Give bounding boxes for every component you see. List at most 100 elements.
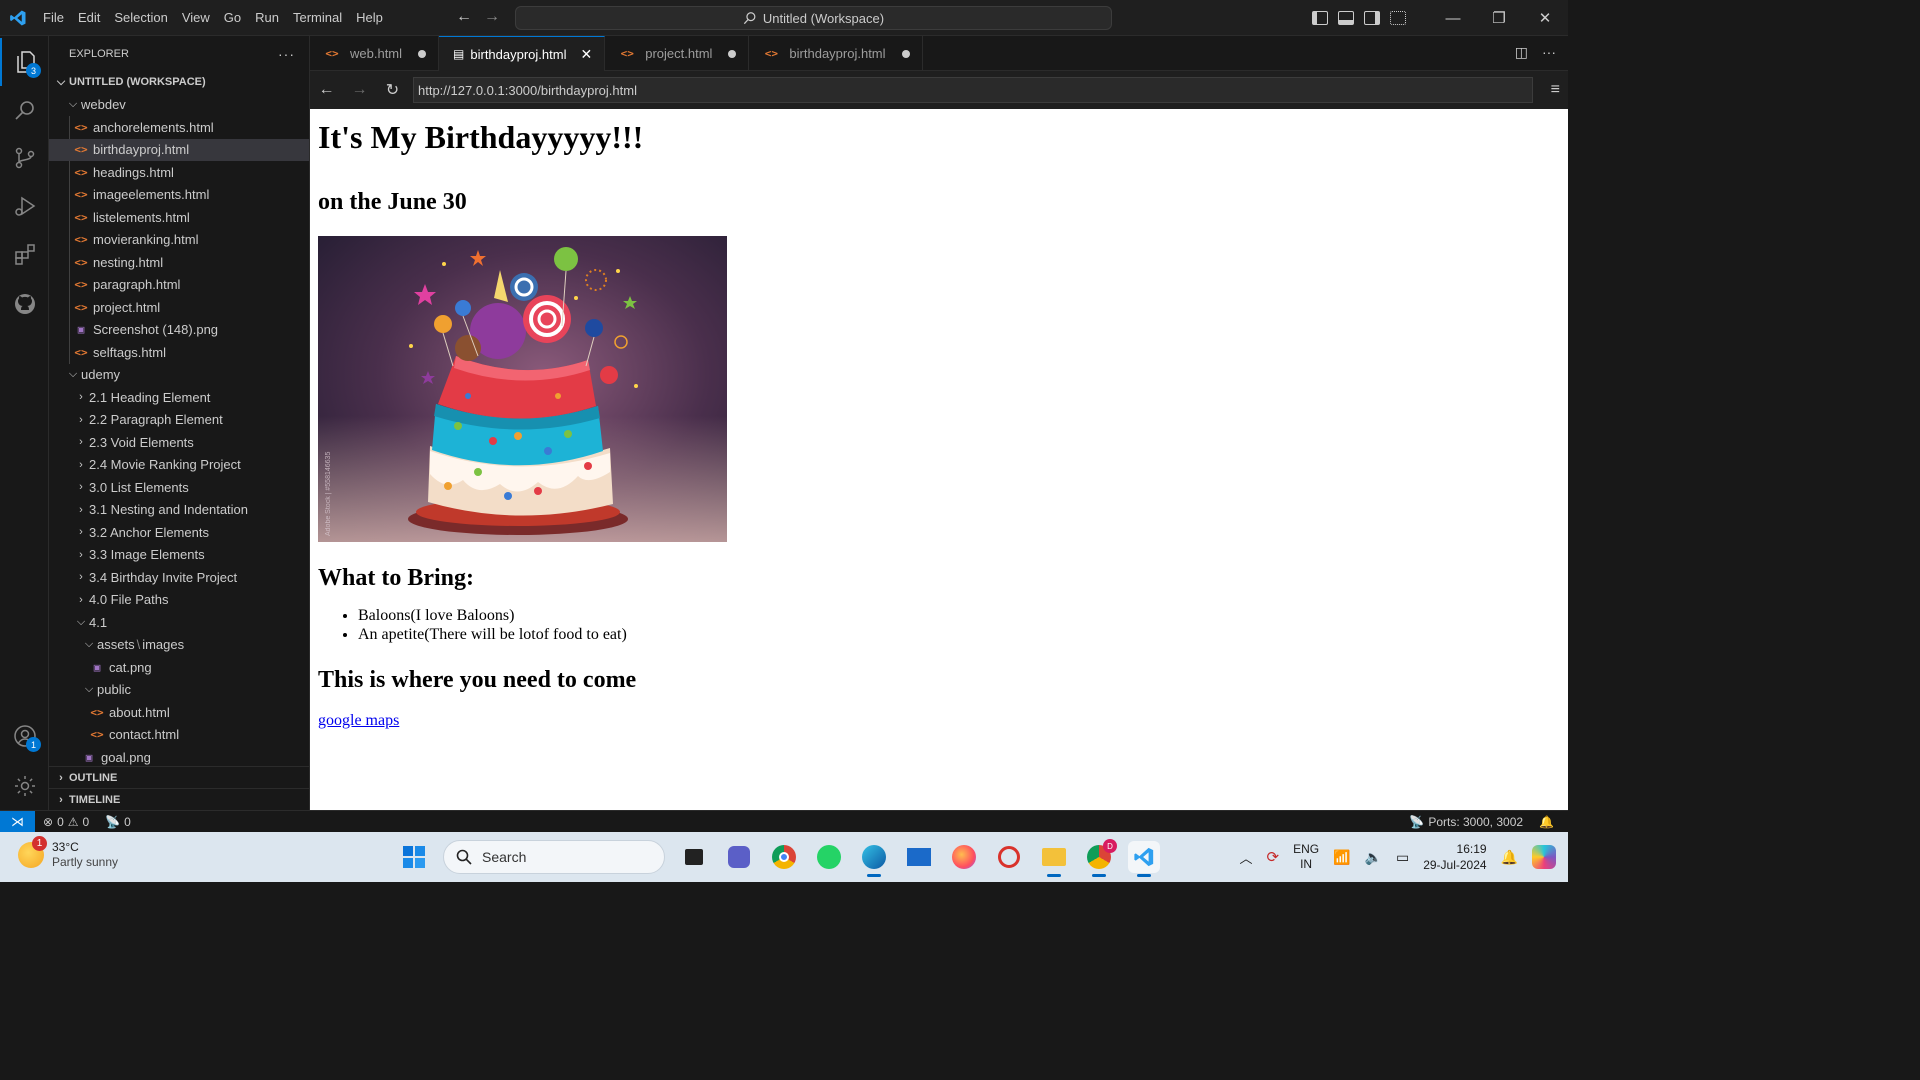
menu-run[interactable]: Run bbox=[248, 0, 286, 36]
problems-indicator[interactable]: ⊗ 0 ⚠ 0 bbox=[35, 815, 97, 829]
run-debug-icon[interactable] bbox=[0, 182, 49, 230]
url-input[interactable]: http://127.0.0.1:3000/birthdayproj.html bbox=[413, 77, 1533, 103]
reload-icon[interactable]: ↻ bbox=[376, 80, 409, 100]
tab-web-html[interactable]: <> web.html bbox=[310, 36, 440, 71]
command-center-search[interactable]: Untitled (Workspace) bbox=[515, 6, 1112, 30]
volume-icon[interactable]: 🔈 bbox=[1365, 849, 1382, 866]
split-editor-icon[interactable]: ◫ bbox=[1515, 44, 1528, 61]
windows-start-icon[interactable] bbox=[398, 841, 430, 873]
settings-gear-icon[interactable] bbox=[0, 762, 49, 810]
battery-icon[interactable]: ▭ bbox=[1396, 849, 1409, 866]
outline-section[interactable]: › OUTLINE bbox=[49, 766, 310, 788]
folder-webdev[interactable]: ⌵ webdev bbox=[49, 94, 309, 117]
file-row[interactable]: <> birthdayproj.html bbox=[49, 138, 309, 161]
ports-forwarded[interactable]: 📡 Ports: 3000, 3002 bbox=[1401, 815, 1531, 829]
browser-menu-icon[interactable]: ≡ bbox=[1551, 81, 1560, 99]
folder-udemy[interactable]: ⌵ udemy bbox=[49, 364, 309, 387]
unsaved-dot-icon[interactable] bbox=[901, 49, 910, 58]
app-red-circle-icon[interactable] bbox=[993, 841, 1025, 873]
notification-bell-icon[interactable]: 🔔 bbox=[1501, 849, 1518, 866]
arrow-right-icon[interactable]: → bbox=[484, 8, 500, 26]
folder-row[interactable]: › 3.2 Anchor Elements bbox=[49, 521, 309, 544]
mail-icon[interactable] bbox=[903, 841, 935, 873]
close-tab-icon[interactable]: ✕ bbox=[580, 46, 592, 63]
explorer-icon[interactable]: 3 bbox=[0, 38, 49, 86]
folder-assets-images[interactable]: ⌵ assets \ images bbox=[49, 634, 309, 657]
extensions-icon[interactable] bbox=[0, 230, 49, 278]
unsaved-dot-icon[interactable] bbox=[728, 49, 737, 58]
weather-widget[interactable]: 1 33°C Partly sunny bbox=[18, 836, 118, 870]
whatsapp-icon[interactable] bbox=[813, 841, 845, 873]
tab-birthdayproj-html[interactable]: <> birthdayproj.html bbox=[749, 36, 923, 71]
file-explorer-icon[interactable] bbox=[1038, 841, 1070, 877]
folder-row[interactable]: › 3.1 Nesting and Indentation bbox=[49, 499, 309, 522]
ports-indicator[interactable]: 📡 0 bbox=[97, 815, 139, 829]
region-label[interactable]: IN bbox=[1293, 857, 1319, 872]
folder-row[interactable]: › 2.2 Paragraph Element bbox=[49, 409, 309, 432]
task-view-icon[interactable] bbox=[678, 841, 710, 873]
toggle-primary-sidebar-icon[interactable] bbox=[1312, 11, 1328, 25]
chevron-up-icon[interactable]: ︿ bbox=[1239, 848, 1252, 867]
folder-row[interactable]: › 3.3 Image Elements bbox=[49, 544, 309, 567]
more-actions-icon[interactable]: ··· bbox=[1542, 44, 1556, 61]
remote-indicator-icon[interactable]: ⋊ bbox=[0, 810, 35, 833]
menu-go[interactable]: Go bbox=[217, 0, 248, 36]
chrome-icon[interactable] bbox=[768, 841, 800, 873]
notifications-bell-icon[interactable]: 🔔 bbox=[1531, 815, 1568, 829]
menu-edit[interactable]: Edit bbox=[71, 0, 107, 36]
more-actions-icon[interactable]: ··· bbox=[278, 46, 295, 62]
menu-selection[interactable]: Selection bbox=[107, 0, 174, 36]
firefox-icon[interactable] bbox=[948, 841, 980, 873]
close-icon[interactable]: ✕ bbox=[1522, 0, 1568, 36]
vscode-taskbar-icon[interactable] bbox=[1128, 841, 1160, 877]
language-label[interactable]: ENG bbox=[1293, 842, 1319, 857]
file-contact-html[interactable]: <> contact.html bbox=[49, 724, 309, 747]
teams-chat-icon[interactable] bbox=[723, 841, 755, 873]
chrome-profile-icon[interactable]: D bbox=[1083, 839, 1117, 877]
file-row[interactable]: <> project.html bbox=[49, 296, 309, 319]
restore-icon[interactable]: ❐ bbox=[1476, 0, 1522, 36]
menu-help[interactable]: Help bbox=[349, 0, 390, 36]
sync-icon[interactable]: ⟳ bbox=[1266, 848, 1279, 866]
menu-file[interactable]: File bbox=[36, 0, 71, 36]
unsaved-dot-icon[interactable] bbox=[418, 49, 427, 58]
folder-row[interactable]: › 4.0 File Paths bbox=[49, 589, 309, 612]
github-icon[interactable] bbox=[0, 280, 49, 328]
tab-birthdayproj-preview[interactable]: ▤ birthdayproj.html ✕ bbox=[439, 36, 606, 71]
tab-project-html[interactable]: <> project.html bbox=[605, 36, 750, 71]
folder-4-1[interactable]: ⌵ 4.1 bbox=[49, 611, 309, 634]
menu-view[interactable]: View bbox=[175, 0, 217, 36]
arrow-left-icon[interactable]: ← bbox=[456, 8, 472, 26]
folder-row[interactable]: › 2.4 Movie Ranking Project bbox=[49, 454, 309, 477]
file-row[interactable]: <> paragraph.html bbox=[49, 274, 309, 297]
forward-icon[interactable]: → bbox=[343, 81, 376, 99]
workspace-root[interactable]: ⌵ UNTITLED (WORKSPACE) bbox=[49, 71, 309, 94]
minimize-icon[interactable]: — bbox=[1430, 0, 1476, 36]
search-icon[interactable] bbox=[0, 86, 49, 134]
back-icon[interactable]: ← bbox=[310, 81, 343, 99]
folder-public[interactable]: ⌵ public bbox=[49, 679, 309, 702]
file-row[interactable]: <> listelements.html bbox=[49, 206, 309, 229]
file-row[interactable]: <> anchorelements.html bbox=[49, 116, 309, 139]
edge-icon[interactable] bbox=[858, 841, 890, 877]
folder-row[interactable]: › 2.1 Heading Element bbox=[49, 386, 309, 409]
file-about-html[interactable]: <> about.html bbox=[49, 701, 309, 724]
folder-row[interactable]: › 3.0 List Elements bbox=[49, 476, 309, 499]
timeline-section[interactable]: › TIMELINE bbox=[49, 788, 310, 810]
google-maps-link[interactable]: google maps bbox=[318, 712, 399, 730]
taskbar-search[interactable]: Search bbox=[443, 840, 665, 874]
folder-row[interactable]: › 2.3 Void Elements bbox=[49, 431, 309, 454]
copilot-icon[interactable] bbox=[1532, 845, 1556, 869]
wifi-icon[interactable]: 📶 bbox=[1333, 849, 1350, 866]
folder-row[interactable]: › 3.4 Birthday Invite Project bbox=[49, 566, 309, 589]
source-control-icon[interactable] bbox=[0, 134, 49, 182]
toggle-panel-icon[interactable] bbox=[1338, 11, 1354, 25]
file-row[interactable]: <> selftags.html bbox=[49, 341, 309, 364]
file-row[interactable]: <> headings.html bbox=[49, 161, 309, 184]
customize-layout-icon[interactable] bbox=[1390, 11, 1406, 25]
file-row[interactable]: <> nesting.html bbox=[49, 251, 309, 274]
toggle-secondary-sidebar-icon[interactable] bbox=[1364, 11, 1380, 25]
file-row[interactable]: ▣ Screenshot (148).png bbox=[49, 319, 309, 342]
accounts-icon[interactable]: 1 bbox=[0, 712, 49, 760]
clock[interactable]: 16:19 29-Jul-2024 bbox=[1423, 841, 1486, 873]
